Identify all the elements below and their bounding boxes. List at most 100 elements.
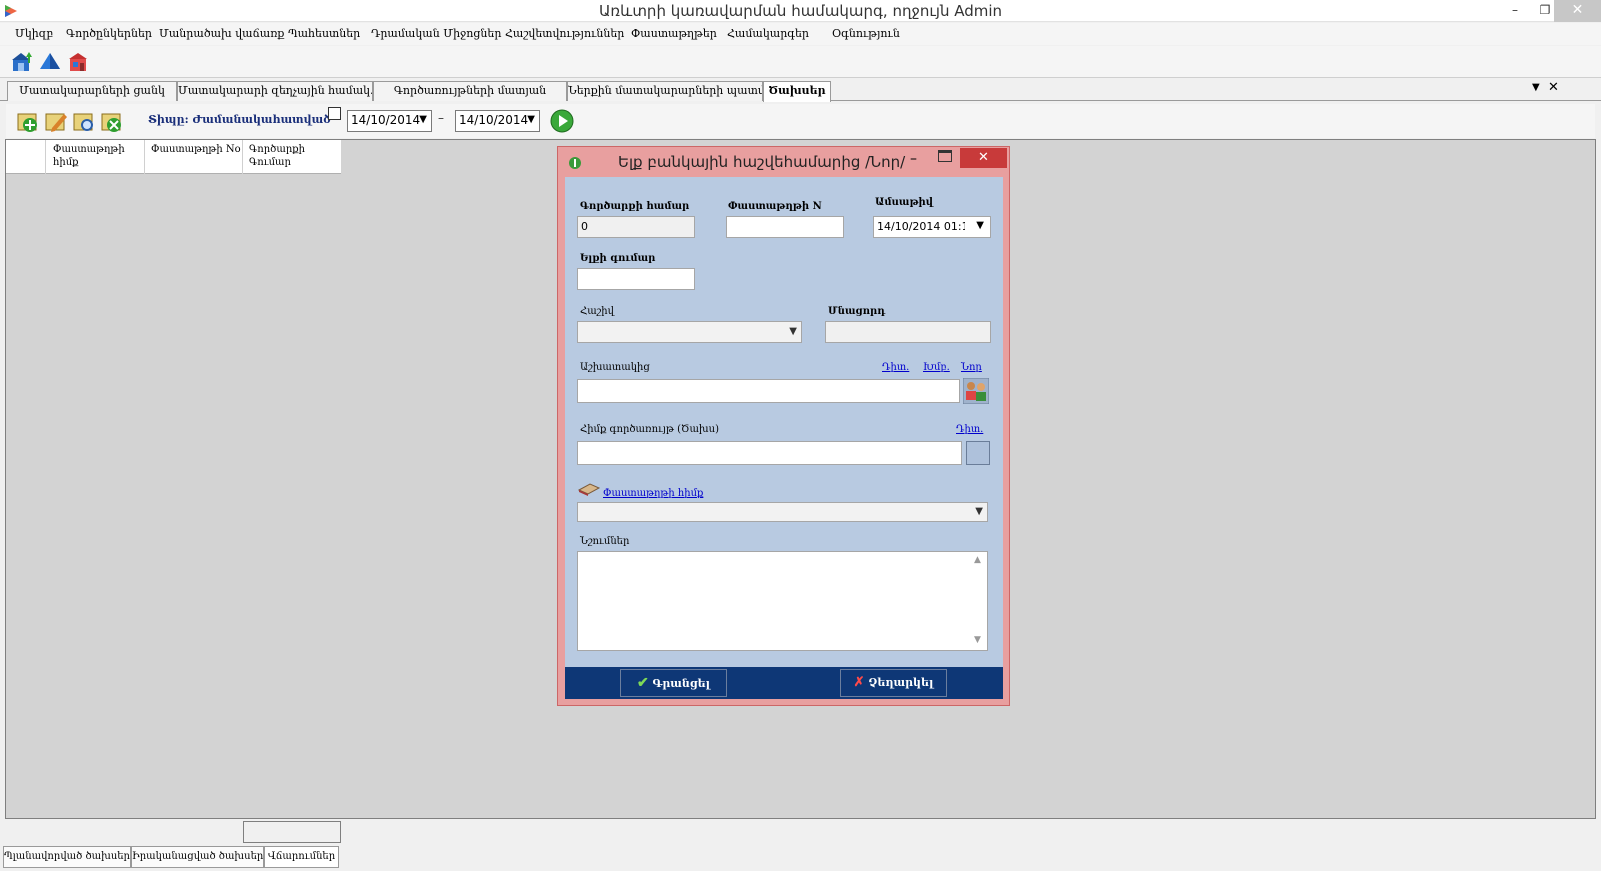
tab-operations-log[interactable]: Գործառույթների մատյան [373,81,567,101]
view-record-icon[interactable] [71,108,97,134]
document-basis-dropdown[interactable]: ▼ [577,502,988,522]
document-number-label: Փաստաթղթի N [728,201,822,212]
status-box [243,821,341,843]
dialog-close-button[interactable]: ✕ [960,148,1007,168]
date-range-separator: – [438,111,444,125]
tab-strip: Մատակարարների ցանկ Մատակարարի զեղչային հ… [0,79,1601,102]
save-button[interactable]: ✔ Գրանցել [620,669,727,697]
chevron-down-icon: ▼ [419,114,427,125]
grid-column-doc-number[interactable]: Փաստաթղթի No [151,143,241,156]
employee-new-link[interactable]: Նոր [961,362,982,373]
chevron-down-icon: ▼ [789,326,797,337]
menu-warehouses[interactable]: Պահեստներ [288,27,360,40]
comment-textarea[interactable] [577,551,988,651]
transaction-number-field: 0 [577,216,695,238]
menu-retail[interactable]: Մանրածախ վաճառք [159,27,284,40]
menu-reports[interactable]: Հաշվետվություններ [505,27,624,40]
bottom-tab-planned[interactable]: Պլանավորված ծախսեր [3,846,131,868]
bottom-tab-payments[interactable]: Վճարումներ [264,846,339,868]
minimize-button[interactable]: – [1500,0,1530,22]
dialog-footer: ✔ Գրանցել ✗ Չեղարկել [565,667,1003,699]
scroll-up-icon[interactable]: ▲ [974,555,981,565]
grid-column-doc-basis[interactable]: Փաստաթղթի հիմք [53,143,143,169]
warehouse-icon[interactable] [10,50,34,74]
title-bar: Առևտրի կառավարման համակարգ, ողջույն Admi… [0,0,1601,22]
pyramid-icon[interactable] [38,50,62,74]
chevron-down-icon: ▼ [527,114,535,125]
employees-lookup-icon[interactable] [963,378,989,404]
menu-bar: Մկիզբ Գործընկերներ Մանրածախ վաճառք Պահես… [0,23,1601,45]
dialog-maximize-button[interactable] [938,150,952,162]
date-label: Ամսաթիվ [875,197,934,208]
transaction-number-label: Գործարքի համար [580,201,690,212]
grid-column-amount[interactable]: Գործարքի Գումար [249,143,334,169]
checkmark-icon: ✔ [636,675,649,691]
filter-bar: Տիպը: Ժամանակահատված` 14/10/2014 ▼ – 14/… [6,104,1595,138]
amount-label: Ելքի գումար [580,253,656,264]
menu-help[interactable]: Օգնություն [832,27,900,40]
book-icon [578,483,600,496]
document-number-field[interactable] [726,216,844,238]
grid-header: Փաստաթղթի հիմք Փաստաթղթի No Գործարքի Գու… [6,140,341,174]
chevron-down-icon: ▼ [975,506,983,517]
date-picker[interactable]: 14/10/2014 01:15 ▼ [873,216,991,238]
window-title: Առևտրի կառավարման համակարգ, ողջույն Admi… [598,2,1003,20]
menu-start[interactable]: Մկիզբ [15,27,53,40]
filter-enable-checkbox[interactable] [328,107,341,120]
add-record-icon[interactable] [15,108,41,134]
edit-record-icon[interactable] [43,108,69,134]
amount-field[interactable] [577,268,695,290]
base-operation-view-link[interactable]: Դիտ. [956,424,983,435]
tab-internal-orders[interactable]: Ներքին մատակարարների պատվ... [567,81,763,101]
delete-record-icon[interactable] [99,108,125,134]
date-to-picker[interactable]: 14/10/2014 ▼ [455,110,540,132]
bottom-tab-executed[interactable]: Իրականացված ծախսեր [131,846,264,868]
account-dropdown[interactable]: ▼ [577,321,802,343]
tab-close-icon[interactable]: ✕ [1548,80,1559,95]
close-window-button[interactable]: ✕ [1554,0,1601,22]
bank-outflow-dialog: Ելք բանկային հաշվեհամարից /Նոր/ – ✕ Գործ… [557,146,1010,706]
money-icon [569,157,581,169]
dialog-minimize-button[interactable]: – [910,151,917,167]
dialog-body: Գործարքի համար 0 Փաստաթղթի N Ամսաթիվ 14/… [565,177,1003,667]
filter-type-label: Տիպը: Ժամանակահատված` [148,113,337,126]
save-button-label: Գրանցել [652,677,711,690]
cancel-button-label: Չեղարկել [868,676,934,689]
tab-expenses[interactable]: Ծախսեր [763,81,831,102]
menu-partners[interactable]: Գործընկերներ [66,27,152,40]
base-operation-lookup-button[interactable] [966,441,990,465]
chevron-down-icon: ▼ [976,220,984,231]
store-icon[interactable] [66,50,90,74]
date-value: 14/10/2014 01:15 [877,220,965,233]
document-basis-link[interactable]: Փաստաթղթի հիմք [603,488,703,499]
employee-field[interactable] [577,379,960,403]
employee-label: Աշխատակից [580,362,650,373]
date-to-value: 14/10/2014 [459,113,529,127]
date-from-picker[interactable]: 14/10/2014 ▼ [347,110,432,132]
grid-divider [242,140,243,174]
toolbar [0,46,1601,78]
date-from-value: 14/10/2014 [351,113,421,127]
base-operation-field[interactable] [577,441,962,465]
balance-field [825,321,991,343]
employee-edit-link[interactable]: Խմբ. [923,362,950,373]
tab-list-dropdown-icon[interactable]: ▼ [1532,82,1540,93]
grid-row-header-corner [6,140,46,174]
menu-systems[interactable]: Համակարգեր [727,27,809,40]
cancel-button[interactable]: ✗ Չեղարկել [840,669,947,697]
dialog-title: Ելք բանկային հաշվեհամարից /Նոր/ [618,153,906,171]
balance-label: Մնացորդ [828,306,886,317]
tab-suppliers[interactable]: Մատակարարների ցանկ [7,81,177,101]
tab-supplier-discounts[interactable]: Մատակարարի զեղչային համակ... [177,81,373,101]
menu-documents[interactable]: Փաստաթղթեր [631,27,717,40]
account-label: Հաշիվ [580,306,614,317]
employee-view-link[interactable]: Դիտ. [882,362,909,373]
base-operation-label: Հիմք գործառույթ (Ծախս) [580,424,720,435]
comment-label: Նշումներ [580,536,630,547]
menu-cash[interactable]: Դրամական Միջոցներ [371,27,501,40]
dialog-title-bar: Ելք բանկային հաշվեհամարից /Նոր/ – ✕ [558,147,1009,177]
scroll-down-icon[interactable]: ▼ [974,635,981,645]
cross-icon: ✗ [853,675,865,690]
grid-divider [144,140,145,174]
run-filter-icon[interactable] [549,108,575,134]
